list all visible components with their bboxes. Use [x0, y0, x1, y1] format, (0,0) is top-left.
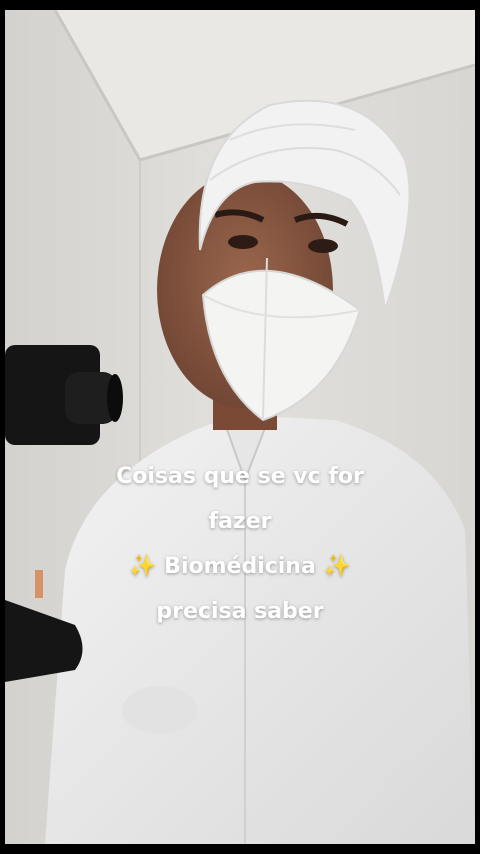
- caption-line-3: ✨ Biomédicina ✨: [5, 544, 475, 589]
- caption-line-2: fazer: [208, 509, 272, 534]
- sparkle-icon: ✨: [323, 554, 351, 579]
- eye-right: [308, 239, 338, 253]
- caption-overlay: Coisas que se vc for fazer ✨ Biomédicina…: [5, 454, 475, 634]
- caption-line-1: Coisas que se vc for: [116, 464, 364, 489]
- gown-logo-patch: [122, 686, 198, 734]
- eye-left: [228, 235, 258, 249]
- caption-line-4: precisa saber: [156, 599, 324, 624]
- sparkle-icon: ✨: [129, 554, 157, 579]
- caption-line-3-text: Biomédicina: [164, 554, 316, 579]
- scene-photo: [5, 10, 475, 844]
- video-frame: Coisas que se vc for fazer ✨ Biomédicina…: [5, 10, 475, 844]
